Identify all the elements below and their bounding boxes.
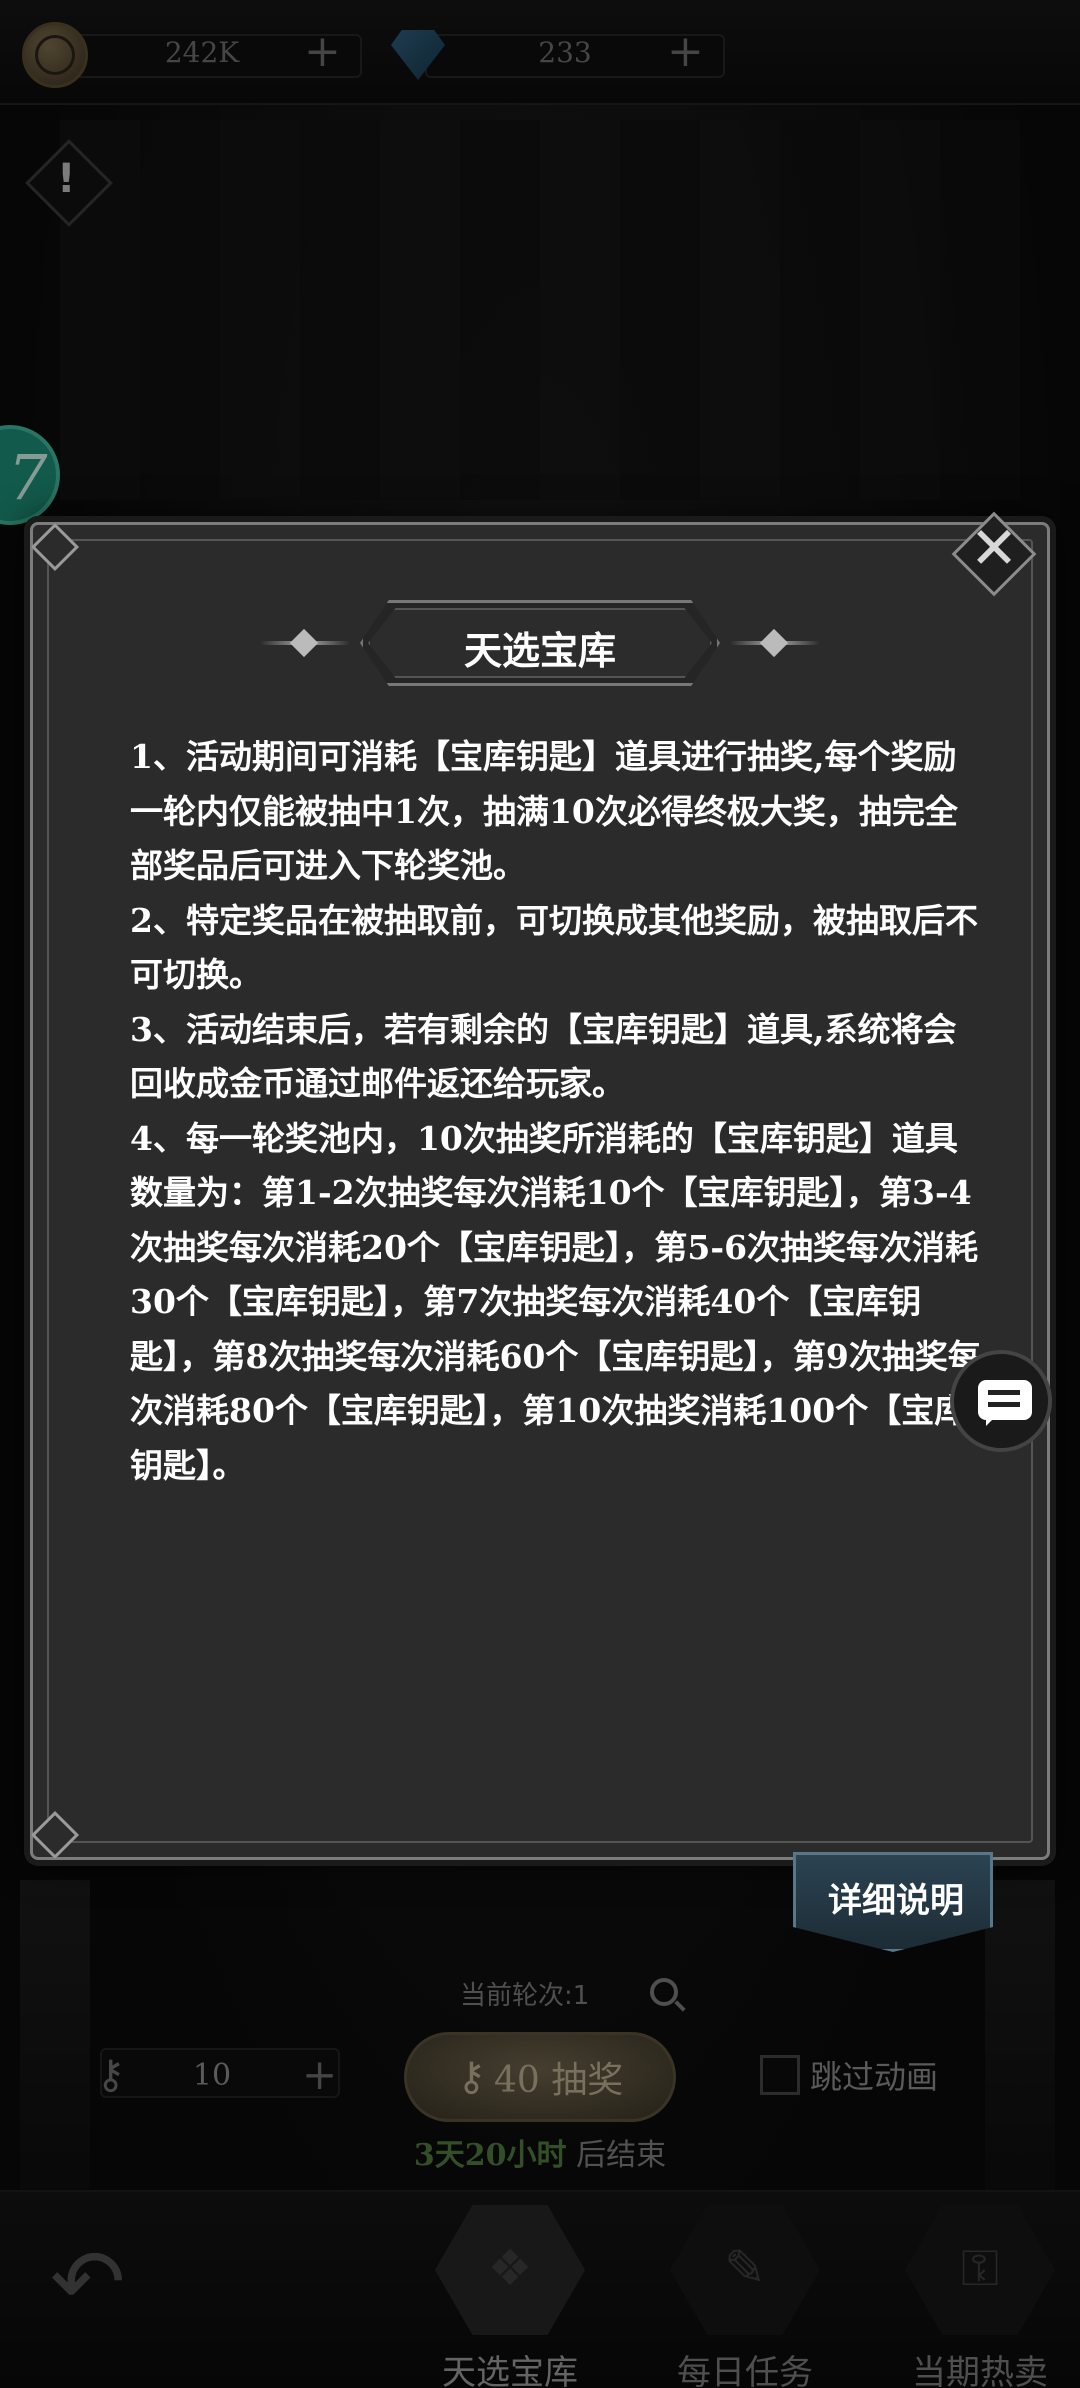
rule-item: 4、每一轮奖池内，10次抽奖所消耗的【宝库钥匙】道具数量为：第1-2次抽奖每次消… (130, 1118, 981, 1485)
rule-item: 2、特定奖品在被抽取前，可切换成其他奖励，被抽取后不可切换。 (130, 900, 978, 995)
title-ornament-left (260, 632, 350, 654)
title-ornament-right (730, 632, 820, 654)
dialog-title: 天选宝库 (463, 628, 616, 673)
rule-item: 3、活动结束后，若有剩余的【宝库钥匙】道具,系统将会回收成金币通过邮件返还给玩家… (130, 1009, 957, 1104)
close-icon: ✕ (969, 514, 1019, 582)
close-button[interactable]: ✕ (951, 511, 1037, 597)
detail-button-label: 详细说明 (828, 1881, 964, 1921)
rule-item: 1、活动期间可消耗【宝库钥匙】道具进行抽奖,每个奖励一轮内仅能被抽中1次，抽满1… (130, 737, 958, 885)
chat-icon (978, 1380, 1032, 1426)
chat-button[interactable] (950, 1350, 1052, 1452)
dialog-title-banner: 天选宝库 (260, 600, 820, 690)
rules-text: 1、活动期间可消耗【宝库钥匙】道具进行抽奖,每个奖励一轮内仅能被抽中1次，抽满1… (130, 730, 985, 1493)
